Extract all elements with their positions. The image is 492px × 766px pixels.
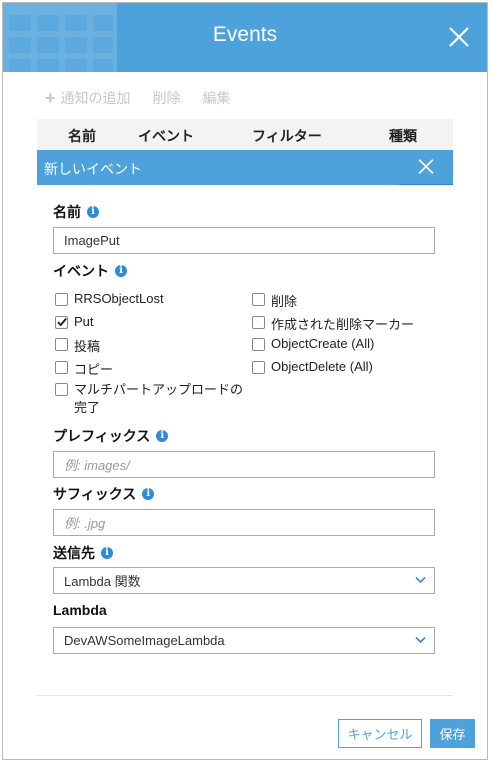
delete-button[interactable]: 削除 bbox=[153, 88, 181, 108]
new-event-panel-header: 新しいイベント bbox=[37, 150, 453, 185]
destination-label-text: 送信先 bbox=[53, 545, 95, 561]
checkbox-delete-marker-created[interactable]: 作成された削除マーカー bbox=[252, 314, 414, 333]
lambda-value: DevAWSomeImageLambda bbox=[64, 633, 225, 648]
prefix-label: プレフィックス i bbox=[53, 426, 169, 446]
save-button[interactable]: 保存 bbox=[430, 719, 475, 748]
new-event-title: 新しいイベント bbox=[44, 161, 142, 177]
info-icon[interactable]: i bbox=[101, 547, 113, 559]
dialog-title: Events bbox=[212, 23, 278, 46]
checkbox-label: ObjectDelete (All) bbox=[271, 359, 373, 374]
suffix-label: サフィックス i bbox=[53, 484, 155, 504]
checkbox-objectdelete-all[interactable]: ObjectDelete (All) bbox=[252, 359, 373, 374]
checkbox-box[interactable] bbox=[252, 316, 265, 329]
edit-button[interactable]: 編集 bbox=[203, 88, 231, 108]
lambda-select[interactable]: DevAWSomeImageLambda bbox=[53, 627, 435, 654]
checkbox-delete[interactable]: 削除 bbox=[252, 291, 297, 310]
checkbox-multipart-upload-complete[interactable]: マルチパートアップロードの完了 bbox=[55, 381, 245, 417]
info-icon[interactable]: i bbox=[156, 430, 169, 442]
checkbox-objectcreate-all[interactable]: ObjectCreate (All) bbox=[252, 336, 374, 351]
checkmark-icon bbox=[57, 317, 67, 327]
checkbox-label: マルチパートアップロードの完了 bbox=[74, 382, 244, 415]
chevron-down-icon bbox=[415, 576, 426, 584]
info-icon[interactable]: i bbox=[142, 488, 155, 500]
lambda-label: Lambda bbox=[53, 602, 107, 618]
delete-label: 削除 bbox=[152, 90, 181, 106]
checkbox-label: Put bbox=[74, 314, 94, 329]
destination-label: 送信先 i bbox=[53, 543, 113, 563]
checkbox-box[interactable] bbox=[55, 361, 68, 374]
prefix-input[interactable]: 例: images/ bbox=[53, 451, 435, 478]
add-notification-label: 通知の追加 bbox=[60, 90, 131, 106]
add-notification-button[interactable]: + 通知の追加 bbox=[45, 88, 131, 109]
edit-label: 編集 bbox=[202, 90, 231, 106]
events-label: イベント i bbox=[53, 261, 127, 281]
checkbox-put[interactable]: Put bbox=[55, 314, 94, 329]
checkbox-box[interactable] bbox=[55, 383, 68, 396]
column-header-filter: フィルター bbox=[252, 128, 322, 144]
checkbox-label: ObjectCreate (All) bbox=[271, 336, 375, 351]
info-icon[interactable]: i bbox=[87, 206, 99, 218]
column-header-type: 種類 bbox=[389, 128, 417, 144]
plus-icon: + bbox=[45, 87, 56, 108]
events-label-text: イベント bbox=[53, 263, 109, 279]
events-dialog: Events + 通知の追加 削除 編集 名前 イベント フィルター 種類 新し… bbox=[2, 2, 488, 760]
prefix-label-text: プレフィックス bbox=[53, 428, 151, 444]
column-header-event: イベント bbox=[138, 128, 194, 144]
close-icon[interactable] bbox=[447, 25, 471, 49]
destination-value: Lambda 関数 bbox=[64, 574, 141, 589]
info-icon[interactable]: i bbox=[115, 265, 127, 277]
checkbox-label: 投稿 bbox=[74, 339, 101, 354]
suffix-label-text: サフィックス bbox=[53, 486, 137, 502]
close-panel-icon[interactable] bbox=[399, 150, 453, 185]
checkbox-label: RRSObjectLost bbox=[74, 291, 164, 306]
checkbox-box[interactable] bbox=[252, 293, 265, 306]
checkbox-box[interactable] bbox=[55, 293, 68, 306]
checkbox-copy[interactable]: コピー bbox=[55, 359, 113, 378]
checkbox-label: 削除 bbox=[271, 294, 298, 309]
checkbox-label: コピー bbox=[74, 362, 114, 377]
name-label-text: 名前 bbox=[53, 204, 81, 220]
footer-divider bbox=[37, 695, 453, 696]
checkbox-box[interactable] bbox=[252, 361, 265, 374]
chevron-down-icon bbox=[415, 636, 426, 644]
events-table-header: 名前 イベント フィルター 種類 bbox=[37, 119, 453, 151]
checkbox-post[interactable]: 投稿 bbox=[55, 336, 100, 355]
checkbox-rrsobjectlost[interactable]: RRSObjectLost bbox=[55, 291, 164, 306]
events-toolbar: + 通知の追加 削除 編集 bbox=[45, 87, 253, 109]
name-label: 名前 i bbox=[53, 202, 99, 222]
name-input[interactable]: ImagePut bbox=[53, 227, 435, 254]
checkbox-box[interactable] bbox=[252, 338, 265, 351]
destination-select[interactable]: Lambda 関数 bbox=[53, 567, 435, 594]
checkbox-box-checked[interactable] bbox=[55, 316, 68, 329]
checkbox-box[interactable] bbox=[55, 338, 68, 351]
cancel-button[interactable]: キャンセル bbox=[338, 719, 422, 748]
checkbox-label: 作成された削除マーカー bbox=[271, 317, 415, 332]
column-header-name: 名前 bbox=[68, 128, 96, 144]
dialog-header: Events bbox=[3, 3, 487, 72]
lambda-label-text: Lambda bbox=[53, 602, 107, 618]
suffix-input[interactable]: 例: .jpg bbox=[53, 509, 435, 536]
